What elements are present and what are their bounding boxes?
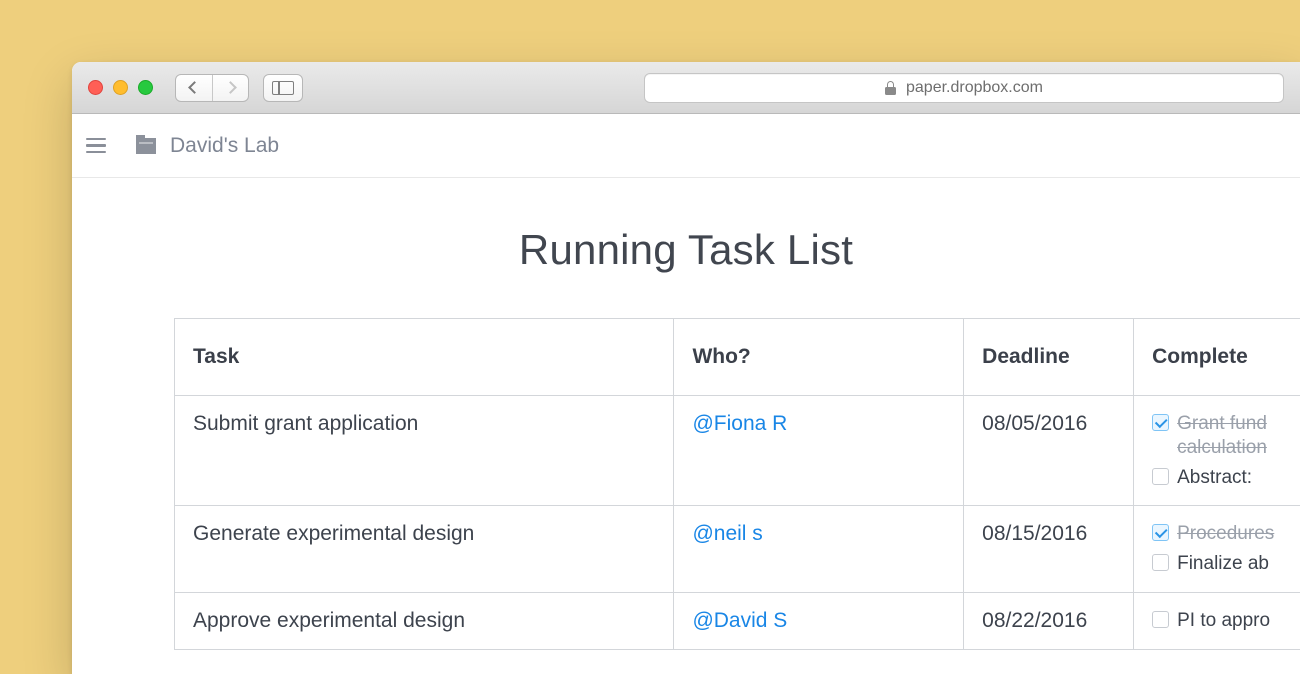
table-row: Approve experimental design @David S 08/… (175, 592, 1300, 649)
paper-header: David's Lab (72, 114, 1300, 178)
checklist-item: Finalize ab (1152, 552, 1300, 576)
cell-deadline[interactable]: 08/15/2016 (964, 506, 1134, 593)
breadcrumb[interactable]: David's Lab (136, 134, 279, 158)
column-header-complete[interactable]: Complete (1134, 319, 1300, 396)
minimize-window-button[interactable] (113, 80, 128, 95)
cell-complete[interactable]: Grant fund calculation Abstract: (1134, 396, 1300, 506)
window-controls (88, 80, 153, 95)
checklist-text[interactable]: Grant fund calculation (1177, 412, 1300, 460)
address-bar-text: paper.dropbox.com (906, 79, 1043, 97)
chevron-left-icon (188, 81, 201, 94)
checkbox-icon[interactable] (1152, 414, 1169, 431)
browser-window: paper.dropbox.com David's Lab Running Ta… (72, 62, 1300, 674)
checkbox-icon[interactable] (1152, 611, 1169, 628)
checkbox-icon[interactable] (1152, 468, 1169, 485)
mention-link[interactable]: @Fiona R (692, 412, 787, 435)
cell-deadline[interactable]: 08/05/2016 (964, 396, 1134, 506)
checkbox-icon[interactable] (1152, 554, 1169, 571)
cell-task[interactable]: Generate experimental design (175, 506, 674, 593)
column-header-who[interactable]: Who? (674, 319, 964, 396)
close-window-button[interactable] (88, 80, 103, 95)
cell-task[interactable]: Submit grant application (175, 396, 674, 506)
sidebar-icon (272, 81, 294, 95)
chevron-right-icon (224, 81, 237, 94)
mention-link[interactable]: @neil s (692, 522, 762, 545)
checklist-item: PI to appro (1152, 609, 1300, 633)
sidebar-toggle-button[interactable] (263, 74, 303, 102)
nav-buttons (175, 74, 249, 102)
cell-who[interactable]: @Fiona R (674, 396, 964, 506)
checklist-text[interactable]: Finalize ab (1177, 552, 1269, 576)
cell-complete[interactable]: Procedures Finalize ab (1134, 506, 1300, 593)
menu-button[interactable] (86, 132, 106, 160)
folder-icon (136, 138, 156, 154)
checklist-text[interactable]: PI to appro (1177, 609, 1270, 633)
hamburger-icon (86, 138, 106, 141)
breadcrumb-label: David's Lab (170, 134, 279, 158)
cell-complete[interactable]: PI to appro (1134, 592, 1300, 649)
browser-toolbar: paper.dropbox.com (72, 62, 1300, 114)
checklist-text[interactable]: Abstract: (1177, 466, 1252, 490)
column-header-task[interactable]: Task (175, 319, 674, 396)
checklist-text[interactable]: Procedures (1177, 522, 1274, 546)
checklist-item: Grant fund calculation (1152, 412, 1300, 460)
cell-deadline[interactable]: 08/22/2016 (964, 592, 1134, 649)
cell-task[interactable]: Approve experimental design (175, 592, 674, 649)
table-row: Submit grant application @Fiona R 08/05/… (175, 396, 1300, 506)
page-content: David's Lab Running Task List Task Who? … (72, 114, 1300, 674)
document-title[interactable]: Running Task List (72, 226, 1300, 274)
lock-icon (885, 81, 896, 95)
forward-button[interactable] (212, 75, 248, 101)
back-button[interactable] (176, 75, 212, 101)
checklist-item: Procedures (1152, 522, 1300, 546)
zoom-window-button[interactable] (138, 80, 153, 95)
checkbox-icon[interactable] (1152, 524, 1169, 541)
table-row: Generate experimental design @neil s 08/… (175, 506, 1300, 593)
cell-who[interactable]: @neil s (674, 506, 964, 593)
mention-link[interactable]: @David S (692, 609, 787, 632)
cell-who[interactable]: @David S (674, 592, 964, 649)
task-table: Task Who? Deadline Complete Submit grant… (174, 318, 1300, 650)
checklist-item: Abstract: (1152, 466, 1300, 490)
address-bar[interactable]: paper.dropbox.com (644, 73, 1284, 103)
column-header-deadline[interactable]: Deadline (964, 319, 1134, 396)
